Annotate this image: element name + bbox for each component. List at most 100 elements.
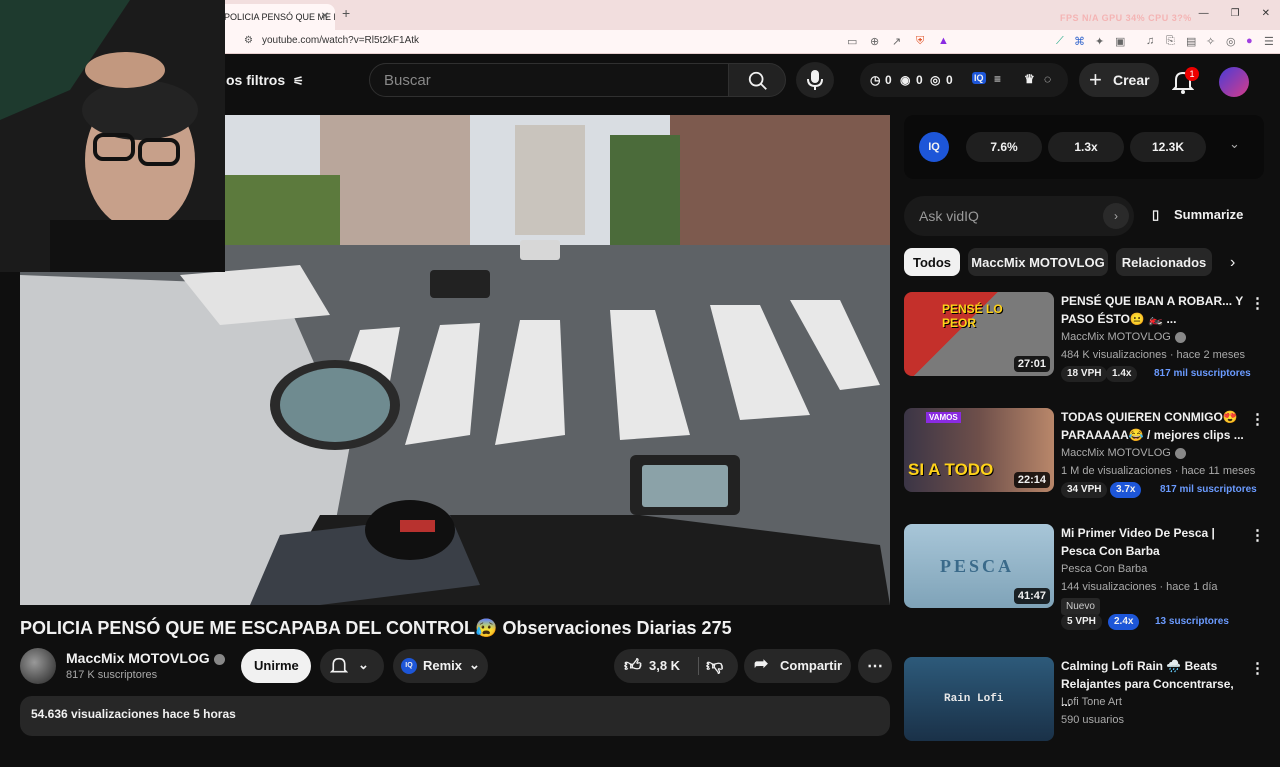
rec-channel: MaccMix MOTOVLOG (1061, 331, 1186, 343)
vidiq-icon[interactable]: IQ (972, 72, 986, 84)
chip-related[interactable]: Relacionados (1116, 248, 1212, 276)
eye-icon: ◉ (900, 73, 911, 87)
url-field[interactable]: youtube.com/watch?v=Rl5t2kF1Atk (262, 35, 419, 46)
verified-icon (1174, 447, 1186, 459)
bookmark-icon[interactable]: ✧ (1206, 35, 1215, 48)
rewards-icon[interactable]: ▲ (938, 35, 949, 47)
chip-channel[interactable]: MaccMix MOTOVLOG (968, 248, 1108, 276)
stat-views: 12.3K (1130, 132, 1206, 162)
divider (698, 657, 699, 675)
new-tab-icon[interactable]: + (342, 5, 350, 21)
verified-icon (1174, 331, 1186, 343)
puzzle-icon[interactable]: ✦ (1095, 35, 1104, 48)
music-icon[interactable]: ♫ (1146, 35, 1154, 47)
multiplier-badge: 1.4x (1106, 366, 1138, 382)
share-button[interactable]: ➦ Compartir (744, 649, 851, 683)
site-info-icon[interactable]: ⚙ (244, 35, 253, 46)
remix-label: Remix (423, 658, 463, 673)
close-window-icon[interactable]: ✕ (1262, 8, 1270, 19)
vidiq-logo[interactable]: IQ (919, 132, 949, 162)
more-options-icon[interactable]: ⋮ (1250, 410, 1265, 428)
search-input[interactable]: Buscar (369, 63, 729, 97)
sidebar-icon[interactable]: ▤ (1186, 35, 1196, 48)
channel-avatar[interactable] (20, 648, 56, 684)
list-icon[interactable]: ≡ (994, 72, 1001, 86)
thumbs-up-icon[interactable]: 👍︎ (624, 655, 642, 676)
summarize-label: Summarize (1174, 207, 1244, 222)
extension-icon[interactable]: ⟋ (1056, 35, 1064, 48)
create-button[interactable]: + Crear (1079, 63, 1159, 97)
user-avatar[interactable] (1219, 67, 1249, 97)
copy-icon[interactable]: ⎘ (1166, 35, 1175, 48)
video-thumbnail[interactable]: PENSÉ LO PEOR 27:01 (904, 292, 1054, 376)
chat-icon[interactable]: ◌ (1044, 72, 1051, 86)
more-options-icon[interactable]: ⋮ (1250, 294, 1265, 312)
chevron-right-icon[interactable]: › (1230, 254, 1235, 272)
browser-tab[interactable]: POLICIA PENSÓ QUE ME E ✕ (210, 4, 335, 30)
trophy-icon[interactable]: ♛ (1024, 72, 1035, 86)
list-item[interactable]: Rain Lofi Calming Lofi Rain 🌧️ Beats Rel… (904, 657, 1265, 767)
duration: 27:01 (1013, 356, 1050, 372)
summarize-button[interactable]: ▯ Summarize (1152, 207, 1243, 222)
menu-icon[interactable]: ☰ (1264, 35, 1274, 48)
vidiq-panel: IQ 7.6% 1.3x 12.3K ⌄ (904, 115, 1264, 179)
zoom-icon[interactable]: ⊕ (870, 35, 879, 48)
description-box[interactable]: 54.636 visualizaciones hace 5 horas (20, 696, 890, 736)
rec-title: TODAS QUIEREN CONMIGO😍 PARAAAAA😂 / mejor… (1061, 410, 1244, 442)
list-item[interactable]: PESCA 41:47 Mi Primer Video De Pesca | P… (904, 524, 1265, 634)
rec-meta: 590 usuarios (1061, 714, 1124, 726)
tab-close-icon[interactable]: ✕ (321, 11, 329, 22)
translate-icon[interactable]: ⌘ (1074, 35, 1085, 48)
create-label: Crear (1113, 72, 1150, 88)
rec-title: Mi Primer Video De Pesca | Pesca Con Bar… (1061, 526, 1215, 558)
chip-todos[interactable]: Todos (904, 248, 960, 276)
filters-button[interactable]: os filtros ⚟ (226, 72, 304, 88)
verified-icon (213, 653, 225, 665)
screenshot-icon[interactable]: ▣ (1115, 35, 1125, 48)
stat-multiplier: 1.3x (1048, 132, 1124, 162)
subs-badge: 817 mil suscriptores (1160, 484, 1257, 495)
video-title: POLICIA PENSÓ QUE ME ESCAPABA DEL CONTRO… (20, 618, 732, 638)
perf-overlay: FPS N/A GPU 34% CPU 3?% (1060, 13, 1192, 23)
ask-vidiq-input[interactable]: Ask vidIQ (904, 196, 1134, 236)
video-thumbnail[interactable]: PESCA 41:47 (904, 524, 1054, 608)
new-badge: Nuevo (1061, 598, 1100, 615)
vpn-icon[interactable]: ◎ (1226, 35, 1236, 48)
cast-icon[interactable]: ▭ (847, 35, 857, 48)
filters-label: os filtros (226, 72, 286, 88)
profile-icon[interactable]: ● (1246, 35, 1253, 47)
stat-engagement: 7.6% (966, 132, 1042, 162)
more-actions-button[interactable]: ⋯ (858, 649, 892, 683)
search-button[interactable] (728, 63, 786, 97)
subscription-bell-button[interactable]: ⌄ (320, 649, 384, 683)
thumbs-down-icon[interactable]: 👎︎ (706, 655, 723, 676)
book-icon: ▯ (1152, 207, 1160, 222)
like-dislike-group: 👍︎ 3,8 K 👎︎ (614, 649, 738, 683)
minimize-icon[interactable]: — (1199, 8, 1209, 19)
chevron-down-icon[interactable]: ⌄ (1229, 136, 1240, 152)
video-thumbnail[interactable]: VAMOS SI A TODO 22:14 (904, 408, 1054, 492)
list-item[interactable]: PENSÉ LO PEOR 27:01 PENSÉ QUE IBAN A ROB… (904, 292, 1265, 402)
ask-submit-button[interactable]: › (1103, 203, 1129, 229)
vidiq-icon: IQ (401, 658, 417, 674)
join-button[interactable]: Unirme (241, 649, 311, 683)
list-item[interactable]: VAMOS SI A TODO 22:14 TODAS QUIEREN CONM… (904, 408, 1265, 518)
channel-name[interactable]: MaccMix MOTOVLOG (66, 650, 225, 666)
rec-channel-name: MaccMix MOTOVLOG (1061, 331, 1171, 343)
rec-channel: MaccMix MOTOVLOG (1061, 447, 1186, 459)
remix-button[interactable]: IQ Remix ⌄ (393, 649, 488, 683)
plus-icon: + (1089, 67, 1102, 92)
brave-shield-icon[interactable]: ⛨ (916, 35, 924, 48)
maximize-icon[interactable]: ❐ (1231, 8, 1240, 19)
sliders-icon: ⚟ (293, 74, 304, 88)
streamer-face (0, 0, 225, 272)
chevron-down-icon: ⌄ (469, 657, 480, 672)
voice-search-button[interactable] (796, 62, 834, 98)
video-thumbnail[interactable]: Rain Lofi (904, 657, 1054, 741)
like-count[interactable]: 3,8 K (649, 658, 680, 673)
duration: 41:47 (1013, 588, 1050, 604)
chevron-down-icon: ⌄ (358, 657, 369, 672)
share-page-icon[interactable]: ↗ (892, 35, 901, 48)
more-options-icon[interactable]: ⋮ (1250, 526, 1265, 544)
more-options-icon[interactable]: ⋮ (1250, 659, 1265, 677)
